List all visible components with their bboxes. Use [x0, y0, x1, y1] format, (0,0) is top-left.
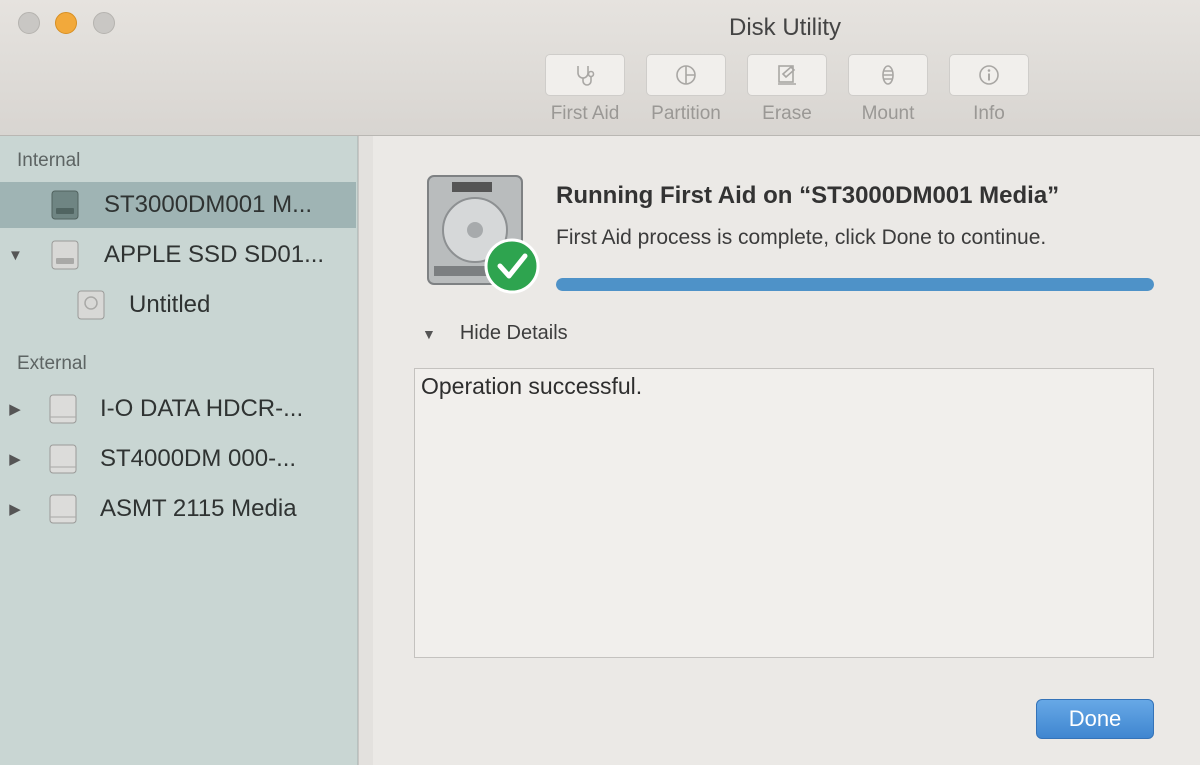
external-disk-icon [49, 444, 77, 474]
window-title: Disk Utility [729, 14, 841, 41]
info-button[interactable] [949, 54, 1029, 96]
disclosure-expanded-icon[interactable]: ▼ [8, 247, 23, 264]
erase-button[interactable] [747, 54, 827, 96]
sidebar-item-st4000dm[interactable]: ▶ ST4000DM 000-... [0, 436, 358, 482]
toolbar-partition[interactable]: Partition [641, 54, 731, 125]
sidebar-item-untitled[interactable]: Untitled [0, 282, 358, 328]
erase-icon [778, 65, 796, 85]
hide-details-label: Hide Details [459, 322, 568, 344]
hard-disk-icon [51, 240, 79, 270]
toolbar-erase[interactable]: Erase [742, 54, 832, 125]
stethoscope-icon [577, 66, 595, 86]
mount-label: Mount [861, 103, 915, 124]
partition-button[interactable] [646, 54, 726, 96]
mount-icon [882, 65, 894, 85]
first-aid-title: Running First Aid on “ST3000DM001 Media” [556, 182, 1060, 209]
sidebar-item-apple-ssd[interactable]: ▼ APPLE SSD SD01... [0, 232, 358, 278]
hard-disk-icon [51, 190, 79, 220]
disclosure-collapsed-icon[interactable]: ▶ [8, 450, 22, 468]
sidebar-item-label: I-O DATA HDCR-... [100, 395, 304, 422]
mount-button[interactable] [848, 54, 928, 96]
title-bar: Disk Utility First Aid Partition Erase M… [0, 0, 1200, 136]
progress-bar [556, 278, 1154, 291]
done-button[interactable]: Done [1036, 699, 1154, 739]
details-log-text: Operation successful. [421, 373, 643, 399]
first-aid-button[interactable] [545, 54, 625, 96]
info-icon [979, 65, 999, 85]
erase-label: Erase [762, 103, 812, 124]
sidebar-item-st3000dm001[interactable]: ST3000DM001 M... [0, 182, 356, 228]
disk-utility-window: Disk Utility First Aid Partition Erase M… [0, 0, 1200, 765]
partition-label: Partition [651, 103, 721, 124]
sidebar-item-asmt[interactable]: ▶ ASMT 2115 Media [0, 486, 358, 532]
sidebar-item-label: ASMT 2115 Media [100, 495, 297, 522]
internal-section-header: Internal [17, 150, 81, 171]
sidebar-item-label: ST4000DM 000-... [100, 445, 297, 472]
progress-fill [556, 278, 1154, 291]
toolbar-mount[interactable]: Mount [843, 54, 933, 125]
toolbar-info[interactable]: Info [944, 54, 1034, 125]
disclosure-expanded-icon[interactable]: ▼ [422, 326, 436, 342]
info-label: Info [973, 103, 1005, 124]
sidebar: Internal ST3000DM001 M... ▼ APPLE SSD SD… [0, 136, 358, 765]
first-aid-sheet: Running First Aid on “ST3000DM001 Media”… [358, 136, 1200, 765]
volume-icon [77, 290, 105, 320]
hard-drive-success-icon [427, 175, 540, 294]
external-disk-icon [49, 494, 77, 524]
sidebar-item-io-data[interactable]: ▶ I-O DATA HDCR-... [0, 386, 358, 432]
first-aid-status: First Aid process is complete, click Don… [556, 226, 1047, 249]
hide-details-toggle[interactable]: ▼ Hide Details [422, 322, 568, 345]
disclosure-collapsed-icon[interactable]: ▶ [8, 400, 22, 418]
sidebar-item-label: APPLE SSD SD01... [104, 241, 325, 268]
partition-icon [676, 65, 696, 85]
sidebar-item-label: ST3000DM001 M... [104, 191, 313, 218]
disclosure-collapsed-icon[interactable]: ▶ [8, 500, 22, 518]
toolbar-first-aid[interactable]: First Aid [540, 54, 630, 125]
external-disk-icon [49, 394, 77, 424]
first-aid-label: First Aid [550, 103, 620, 124]
sidebar-item-label: Untitled [129, 291, 211, 318]
details-log[interactable]: Operation successful. [414, 368, 1154, 658]
external-section-header: External [17, 353, 87, 374]
